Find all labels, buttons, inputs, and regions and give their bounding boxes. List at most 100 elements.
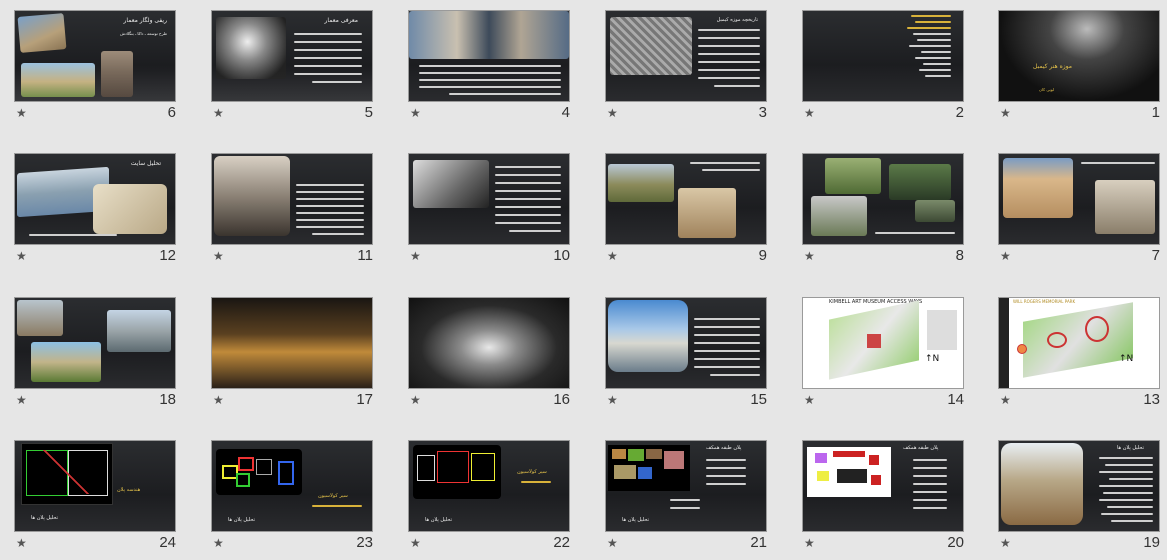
slide-preview[interactable] [605, 297, 767, 389]
star-icon: ★ [804, 106, 815, 120]
slide-number: 12 [159, 247, 176, 264]
star-icon: ★ [804, 393, 815, 407]
slide-preview[interactable] [14, 297, 176, 389]
slide-number: 3 [758, 104, 767, 121]
slide-preview[interactable] [211, 297, 373, 389]
slide-number: 16 [553, 391, 570, 408]
slide-preview[interactable] [211, 153, 373, 245]
star-icon: ★ [410, 536, 421, 550]
slide-thumbnail-12[interactable]: تحلیل سایت ★ 12 [14, 153, 176, 273]
slide-thumbnail-6[interactable]: ریفی ولگار معمار طرح توسعه ـ داکا ـ بنگل… [14, 10, 176, 130]
slide-title: تحلیل پلان ها [622, 517, 649, 523]
slide-thumbnail-23[interactable]: سیر کولاسیون تحلیل پلان ها ★ 23 [211, 440, 373, 560]
slide-thumbnail-17[interactable]: ★ 17 [211, 297, 373, 417]
slide-thumbnail-14[interactable]: KIMBELL ART MUSEUM ACCESS WAYS ↑N ★ 14 [802, 297, 964, 417]
slide-number: 14 [947, 391, 964, 408]
slide-title: تحلیل سایت [130, 160, 161, 167]
slide-preview[interactable] [408, 297, 570, 389]
slide-number: 11 [357, 247, 373, 264]
star-icon: ★ [410, 106, 421, 120]
slide-preview[interactable]: WILL ROGERS MEMORIAL PARK ↑N [998, 297, 1160, 389]
star-icon: ★ [410, 393, 421, 407]
star-icon: ★ [410, 249, 421, 263]
slide-number: 2 [955, 104, 964, 121]
slide-title: ریفی ولگار معمار [123, 17, 168, 24]
slide-preview[interactable]: موزه هنر کیمبل لویی کان [998, 10, 1160, 102]
slide-preview[interactable]: ریفی ولگار معمار طرح توسعه ـ داکا ـ بنگل… [14, 10, 176, 102]
star-icon: ★ [16, 249, 27, 263]
slide-title: WILL ROGERS MEMORIAL PARK [1013, 299, 1076, 304]
slide-number: 7 [1151, 247, 1160, 264]
star-icon: ★ [213, 249, 224, 263]
slide-thumbnail-1[interactable]: موزه هنر کیمبل لویی کان ★ 1 [998, 10, 1160, 130]
slide-thumbnail-10[interactable]: ★ 10 [408, 153, 570, 273]
star-icon: ★ [1000, 249, 1011, 263]
slide-preview[interactable]: معرفی معمار [211, 10, 373, 102]
star-icon: ★ [607, 536, 618, 550]
slide-number: 8 [955, 247, 964, 264]
slide-number: 5 [364, 104, 373, 121]
slide-thumbnail-9[interactable]: ★ 9 [605, 153, 767, 273]
slide-number: 1 [1151, 104, 1160, 121]
star-icon: ★ [804, 536, 815, 550]
slide-thumbnail-24[interactable]: هندسه پلان تحلیل پلان ها ★ 24 [14, 440, 176, 560]
slide-number: 10 [553, 247, 570, 264]
slide-preview[interactable] [408, 153, 570, 245]
slide-thumbnail-15[interactable]: ★ 15 [605, 297, 767, 417]
slide-title: پلان طبقه همکف [903, 445, 939, 451]
slide-preview[interactable]: تحلیل سایت [14, 153, 176, 245]
slide-thumbnail-20[interactable]: پلان طبقه همکف ★ 20 [802, 440, 964, 560]
slide-preview[interactable]: پلان طبقه همکف [802, 440, 964, 532]
slide-preview[interactable] [998, 153, 1160, 245]
slide-preview[interactable]: سیر کولاسیون تحلیل پلان ها [211, 440, 373, 532]
star-icon: ★ [1000, 536, 1011, 550]
slide-subtitle: لویی کان [1039, 87, 1055, 92]
star-icon: ★ [213, 393, 224, 407]
star-icon: ★ [16, 106, 27, 120]
slide-title: معرفی معمار [324, 17, 359, 24]
slide-preview[interactable] [802, 10, 964, 102]
slide-title: تاریخچه موزه کیمبل [716, 17, 758, 23]
slide-thumbnail-18[interactable]: ★ 18 [14, 297, 176, 417]
slide-thumbnail-16[interactable]: ★ 16 [408, 297, 570, 417]
slide-thumbnail-4[interactable]: ★ 4 [408, 10, 570, 130]
slide-number: 18 [159, 391, 176, 408]
slide-thumbnail-21[interactable]: پلان طبقه همکف تحلیل پلان ها ★ 21 [605, 440, 767, 560]
slide-thumbnail-7[interactable]: ★ 7 [998, 153, 1160, 273]
slide-title: موزه هنر کیمبل [1033, 63, 1072, 70]
star-icon: ★ [1000, 106, 1011, 120]
slide-preview[interactable]: سیر کولاسیون تحلیل پلان ها [408, 440, 570, 532]
slide-sorter-grid: ریفی ولگار معمار طرح توسعه ـ داکا ـ بنگل… [0, 0, 1167, 551]
slide-thumbnail-3[interactable]: تاریخچه موزه کیمبل ★ 3 [605, 10, 767, 130]
star-icon: ★ [16, 536, 27, 550]
slide-preview[interactable] [802, 153, 964, 245]
slide-preview[interactable] [605, 153, 767, 245]
slide-preview[interactable]: تحلیل پلان ها [998, 440, 1160, 532]
slide-preview[interactable]: KIMBELL ART MUSEUM ACCESS WAYS ↑N [802, 297, 964, 389]
star-icon: ★ [213, 536, 224, 550]
slide-thumbnail-22[interactable]: سیر کولاسیون تحلیل پلان ها ★ 22 [408, 440, 570, 560]
slide-thumbnail-5[interactable]: معرفی معمار ★ 5 [211, 10, 373, 130]
slide-number: 24 [159, 534, 176, 551]
slide-number: 13 [1143, 391, 1160, 408]
slide-thumbnail-19[interactable]: تحلیل پلان ها ★ 19 [998, 440, 1160, 560]
slide-number: 21 [750, 534, 767, 551]
slide-thumbnail-8[interactable]: ★ 8 [802, 153, 964, 273]
slide-thumbnail-11[interactable]: ★ 11 [211, 153, 373, 273]
slide-number: 20 [947, 534, 964, 551]
slide-preview[interactable]: تاریخچه موزه کیمبل [605, 10, 767, 102]
slide-subtitle: هندسه پلان [117, 487, 141, 493]
star-icon: ★ [213, 106, 224, 120]
slide-subtitle: سیر کولاسیون [318, 493, 348, 499]
slide-preview[interactable]: پلان طبقه همکف تحلیل پلان ها [605, 440, 767, 532]
star-icon: ★ [1000, 393, 1011, 407]
star-icon: ★ [804, 249, 815, 263]
slide-preview[interactable]: هندسه پلان تحلیل پلان ها [14, 440, 176, 532]
slide-thumbnail-2[interactable]: ★ 2 [802, 10, 964, 130]
slide-thumbnail-13[interactable]: WILL ROGERS MEMORIAL PARK ↑N ★ 13 [998, 297, 1160, 417]
slide-preview[interactable] [408, 10, 570, 102]
star-icon: ★ [607, 249, 618, 263]
slide-subtitle: پلان طبقه همکف [706, 445, 742, 451]
slide-number: 4 [561, 104, 570, 121]
slide-number: 17 [356, 391, 373, 408]
